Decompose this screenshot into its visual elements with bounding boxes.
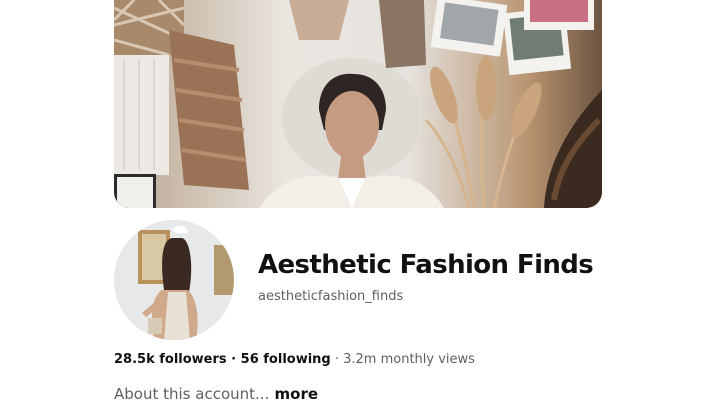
profile-avatar[interactable] — [114, 220, 234, 340]
profile-stats: 28.5k followers · 56 following · 3.2m mo… — [114, 352, 475, 367]
about-section: About this account... more — [114, 385, 318, 403]
monthly-views: · 3.2m monthly views — [330, 352, 475, 367]
about-more-link[interactable]: more — [269, 385, 319, 403]
profile-cover-image — [114, 0, 602, 208]
following-link[interactable]: 56 following — [241, 352, 331, 367]
profile-display-name: Aesthetic Fashion Finds — [258, 250, 594, 280]
profile-handle: aestheticfashion_finds — [258, 289, 404, 304]
about-text: About this account... — [114, 385, 270, 403]
stats-separator: · — [226, 352, 241, 367]
followers-link[interactable]: 28.5k followers — [114, 352, 227, 367]
